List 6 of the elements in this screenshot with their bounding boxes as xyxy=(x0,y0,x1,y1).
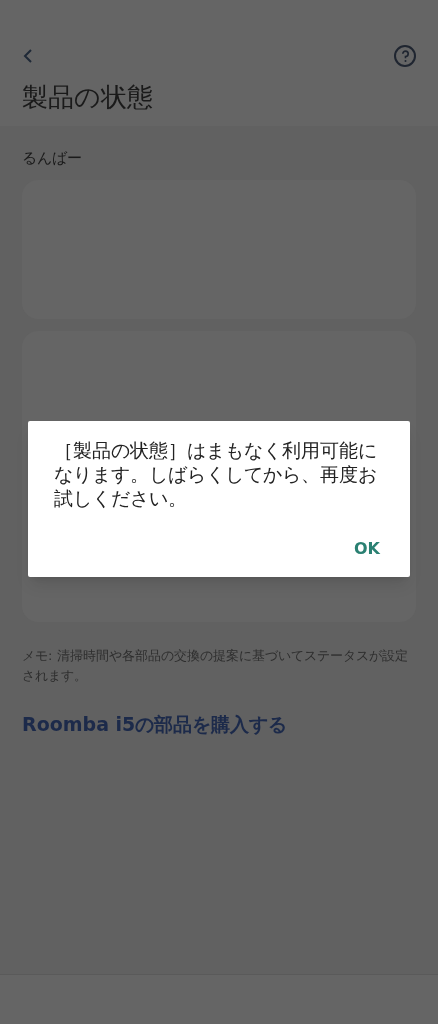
ok-button[interactable]: OK xyxy=(352,537,382,561)
page-title: 製品の状態 xyxy=(22,81,154,114)
back-icon[interactable] xyxy=(22,48,34,64)
dialog-message: ［製品の状態］はまもなく利用可能になります。しばらくしてから、再度お試しください。 xyxy=(54,439,378,511)
help-icon[interactable] xyxy=(394,45,416,67)
device-name: るんばー xyxy=(22,148,83,168)
